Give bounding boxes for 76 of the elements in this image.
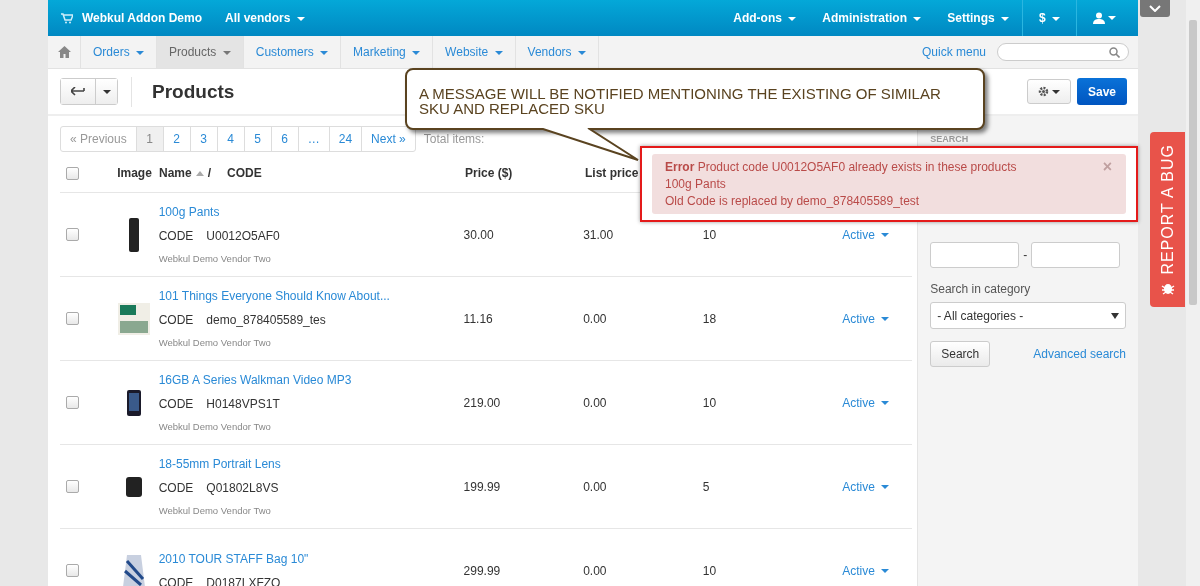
code-label: CODE (158, 481, 194, 495)
save-button[interactable]: Save (1077, 78, 1127, 105)
list-price-cell: 0.00 (583, 395, 607, 410)
list-price-cell: 0.00 (583, 311, 607, 326)
page-link[interactable]: 4 (217, 127, 245, 151)
vendor-name: Webkul Demo Vendor Two (158, 421, 271, 432)
quick-menu-link[interactable]: Quick menu (921, 45, 986, 59)
product-name-link[interactable]: 100g Pants (158, 205, 220, 219)
page-link[interactable]: 3 (190, 127, 218, 151)
store-name[interactable]: Webkul Addon Demo (82, 11, 202, 25)
page-link[interactable]: 6 (271, 127, 299, 151)
page-link[interactable]: 24 (329, 127, 363, 151)
vendor-name: Webkul Demo Vendor Two (158, 337, 271, 348)
code-label: CODE (158, 229, 194, 243)
category-label: Search in category (930, 282, 1032, 296)
column-header[interactable]: List price (585, 166, 639, 180)
alert-line: 100g Pants (665, 177, 726, 191)
price-cell: 199.99 (463, 479, 501, 494)
alert-line: Old Code is replaced by demo_878405589_test (665, 194, 920, 208)
list-price-cell: 0.00 (583, 479, 607, 494)
quantity-cell: 18 (702, 311, 717, 326)
price-cell: 219.00 (463, 395, 501, 410)
product-name-link[interactable]: 16GB A Series Walkman Video MP3 (158, 373, 352, 387)
top-menu[interactable]: Add-ons (720, 0, 810, 36)
report-bug-tab[interactable]: REPORT A BUG (1150, 132, 1185, 307)
status-dropdown[interactable]: Active (842, 227, 890, 242)
alert-message: Error Product code U0012O5AF0 already exists in these products (665, 160, 1017, 174)
list-price-cell: 0.00 (583, 563, 607, 578)
code-label: CODE (158, 575, 194, 586)
product-code: Q01802L8VS (206, 481, 279, 495)
price-cell: 11.16 (463, 311, 493, 326)
range-separator: - (1023, 248, 1028, 262)
status-dropdown[interactable]: Active (842, 563, 890, 578)
product-code: U0012O5AF0 (206, 229, 280, 243)
quantity-cell: 10 (702, 227, 717, 242)
quantity-cell: 10 (702, 395, 717, 410)
page-link[interactable]: 1 (136, 127, 164, 151)
search-button[interactable]: Search (930, 341, 991, 367)
list-price-cell: 31.00 (583, 227, 614, 242)
total-items: Total items: (423, 132, 485, 146)
vendor-name: Webkul Demo Vendor Two (158, 253, 271, 264)
product-name-link[interactable]: 2010 TOUR STAFF Bag 10" (158, 551, 309, 566)
status-dropdown[interactable]: Active (842, 479, 890, 494)
page-title: Products (131, 76, 235, 107)
vendor-name: Webkul Demo Vendor Two (158, 505, 271, 516)
product-code: demo_878405589_tes (206, 313, 326, 327)
page-link[interactable]: … (298, 127, 330, 151)
top-menu[interactable]: Settings (934, 0, 1022, 36)
price-cell: 30.00 (463, 227, 494, 242)
column-header[interactable]: Name (159, 166, 192, 180)
advanced-search-link[interactable]: Advanced search (1033, 347, 1126, 361)
product-code: D0187LXFZO (206, 575, 281, 586)
page-link[interactable]: 5 (244, 127, 272, 151)
category-select[interactable]: - All categories - (930, 302, 1126, 329)
nav-tab[interactable]: Customers (243, 36, 342, 68)
vendor-dropdown[interactable]: All vendors (212, 0, 318, 36)
quantity-cell: 5 (702, 479, 710, 494)
column-header[interactable]: Price ($) (465, 166, 513, 180)
page-link[interactable]: 2 (163, 127, 191, 151)
code-label: CODE (158, 313, 194, 327)
product-name-link[interactable]: 18-55mm Portrait Lens (158, 457, 281, 471)
top-menu[interactable]: Administration (809, 0, 935, 36)
nav-tab[interactable]: Products (157, 36, 244, 68)
callout-text: A MESSAGE WILL BE NOTIFIED MENTIONING THE EXISTING OF SIMILAR SKU AND REPLACED SKU (419, 85, 941, 117)
column-header[interactable]: CODE (227, 166, 262, 180)
column-header: Image (117, 166, 152, 180)
product-code: H0148VPS1T (206, 397, 280, 411)
page-link[interactable]: Next » (362, 127, 415, 151)
sidebar-heading: SEARCH (930, 134, 969, 144)
code-label: CODE (158, 397, 194, 411)
product-name-link[interactable]: 101 Things Everyone Should Know About... (158, 289, 390, 303)
status-dropdown[interactable]: Active (842, 395, 890, 410)
column-separator: / (207, 166, 212, 180)
status-dropdown[interactable]: Active (842, 311, 890, 326)
price-cell: 299.99 (463, 563, 501, 578)
quantity-cell: 10 (702, 563, 717, 578)
